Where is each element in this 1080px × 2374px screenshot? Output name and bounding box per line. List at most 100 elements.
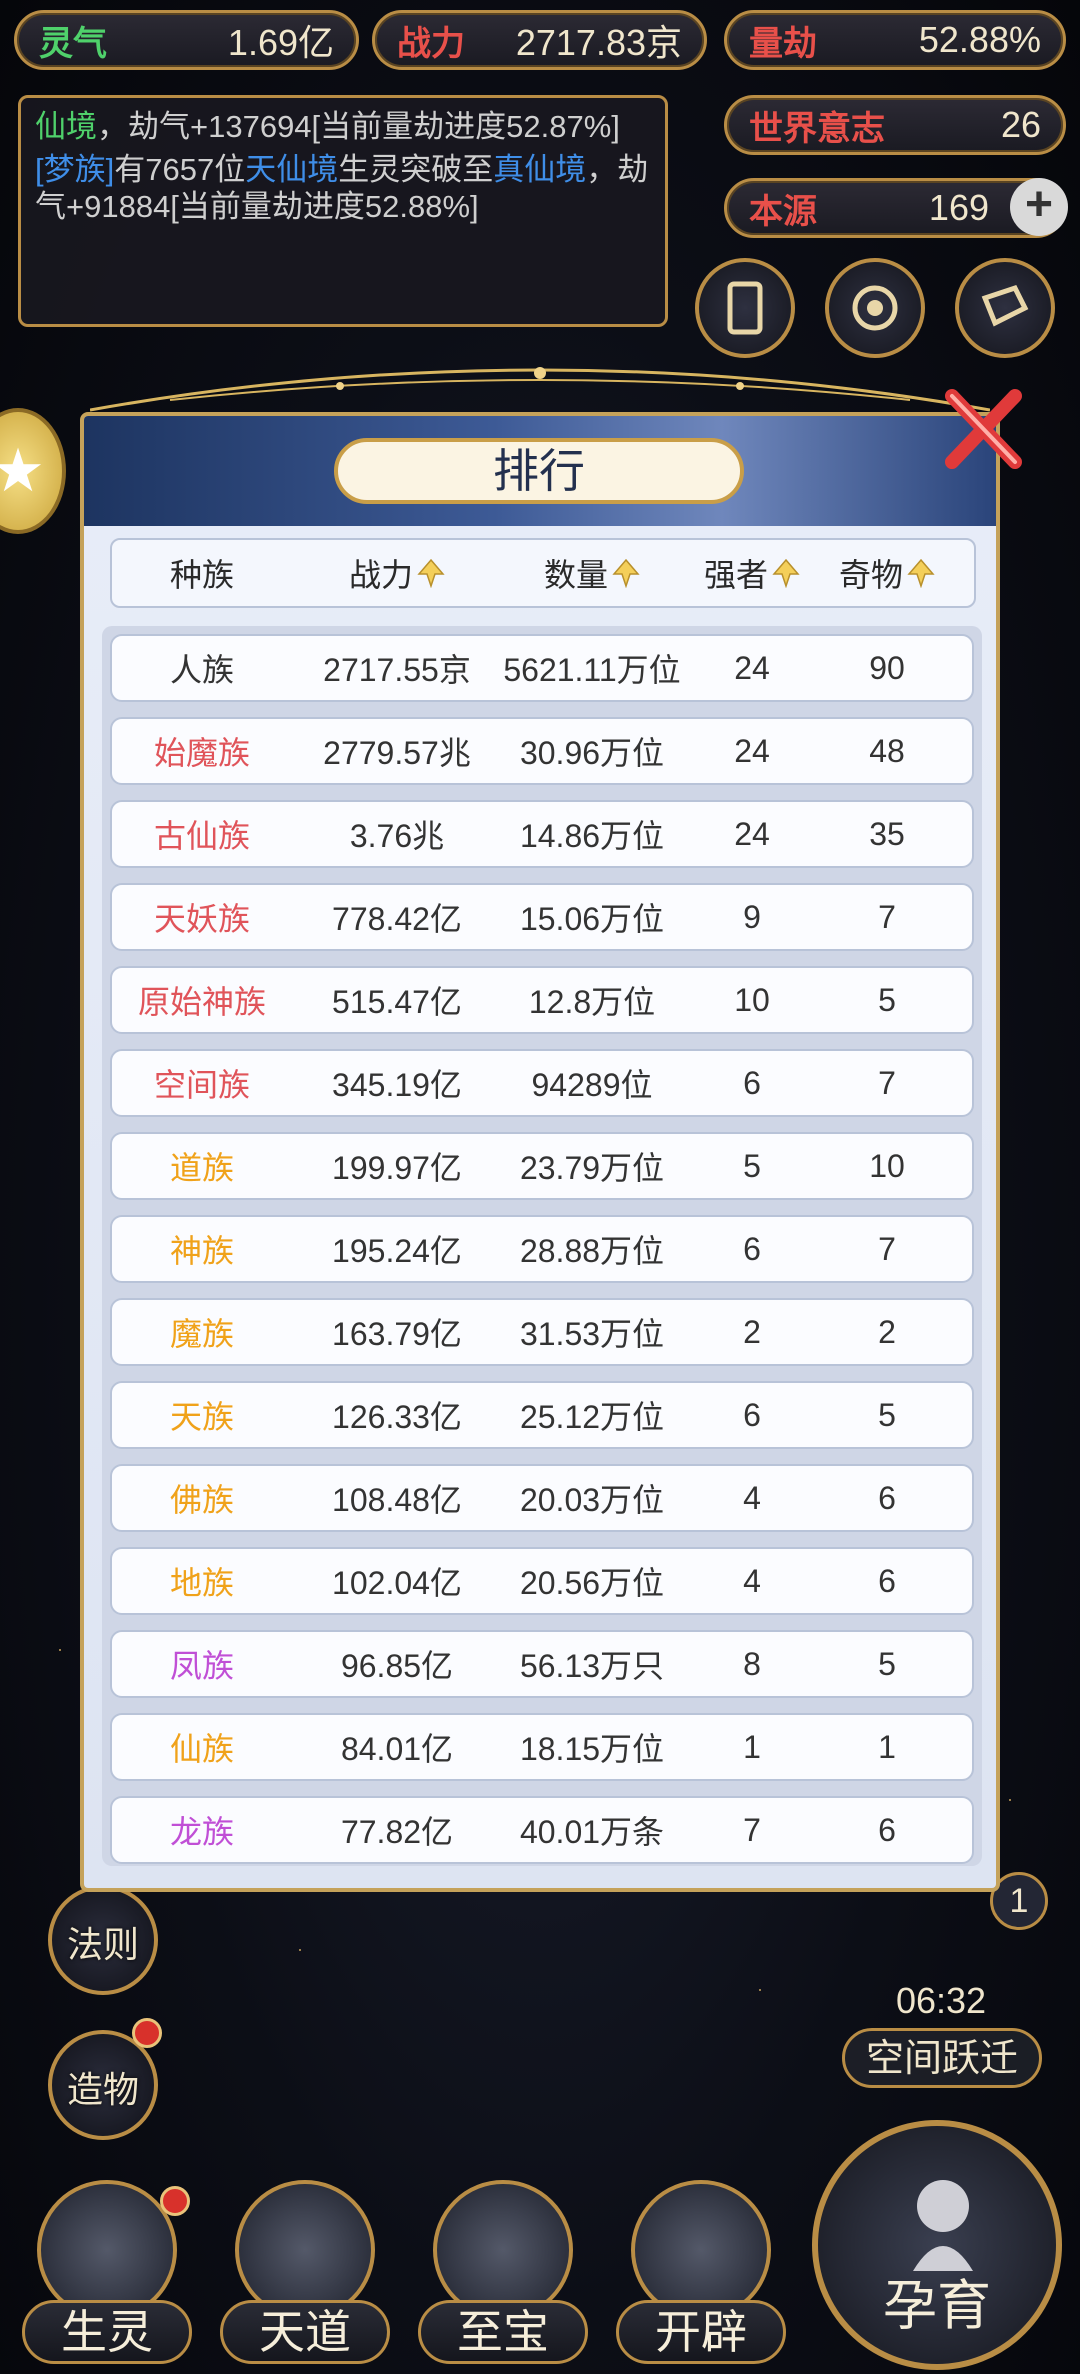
ranking-row[interactable]: 龙族 77.82亿 40.01万条 7 6 — [110, 1796, 974, 1864]
scroll-button[interactable] — [955, 258, 1055, 358]
row-count: 18.15万位 — [519, 1731, 665, 1767]
star-coin-icon[interactable]: ★ — [0, 408, 66, 534]
fa-ze-button[interactable]: 法则 — [48, 1885, 158, 1995]
space-jump-button[interactable]: 空间跃迁 — [842, 2028, 1042, 2088]
nav-tian-dao[interactable]: 天道 — [220, 2180, 390, 2374]
row-power: 2717.55京 — [323, 652, 471, 688]
row-tribe-name: 空间族 — [153, 1067, 250, 1103]
ranking-modal: 排行 种族 战力 数量 强者 奇物 人族 2717.55京 5621.11万位 24 9… — [80, 412, 1000, 1892]
col-header-treasure[interactable]: 奇物 — [822, 550, 952, 596]
row-strong: 4 — [743, 1479, 761, 1516]
row-strong: 7 — [743, 1811, 761, 1848]
portal-button[interactable] — [825, 258, 925, 358]
sort-treasure-icon — [907, 558, 935, 588]
col-header-count-label: 数量 — [543, 557, 608, 593]
row-treasure: 90 — [869, 649, 905, 686]
row-strong: 9 — [743, 898, 761, 935]
log-line-2: [梦族]有7657位天仙境生灵突破至真仙境，劫气+91884[当前量劫进度52.… — [35, 151, 651, 225]
row-strong: 1 — [743, 1728, 761, 1765]
row-count: 30.96万位 — [519, 735, 665, 771]
row-treasure: 6 — [878, 1811, 896, 1848]
ranking-list[interactable]: 人族 2717.55京 5621.11万位 24 90 始魔族 2779.57兆 30.96万… — [102, 626, 982, 1866]
log-line-2-mid: 有7657位 — [114, 152, 246, 187]
row-power: 77.82亿 — [340, 1814, 454, 1850]
col-header-count[interactable]: 数量 — [502, 550, 682, 596]
row-strong: 8 — [743, 1645, 761, 1682]
zhanli-value: 2717.83京 — [515, 22, 682, 63]
row-strong: 5 — [743, 1147, 761, 1184]
ranking-row[interactable]: 始魔族 2779.57兆 30.96万位 24 48 — [110, 717, 974, 785]
nav-zhi-bao[interactable]: 至宝 — [418, 2180, 588, 2374]
lingqi-value: 1.69亿 — [227, 22, 334, 63]
row-strong: 24 — [734, 732, 770, 769]
row-tribe-name: 道族 — [169, 1150, 234, 1186]
zao-wu-notification-dot — [132, 2018, 162, 2048]
row-treasure: 48 — [869, 732, 905, 769]
nav-sheng-ling-label: 生灵 — [22, 2300, 192, 2364]
row-power: 778.42亿 — [332, 901, 462, 937]
nav-kai-pi-label: 开辟 — [616, 2300, 786, 2364]
ranking-row[interactable]: 人族 2717.55京 5621.11万位 24 90 — [110, 634, 974, 702]
row-tribe-name: 佛族 — [169, 1482, 234, 1518]
row-treasure: 2 — [878, 1313, 896, 1350]
close-icon[interactable] — [937, 384, 1027, 474]
row-power: 195.24亿 — [332, 1233, 462, 1269]
zhanli-stat: 战力 2717.83京 — [372, 10, 707, 70]
card-button[interactable] — [695, 258, 795, 358]
log-from-realm: 天仙境 — [245, 152, 339, 187]
col-header-strong-label: 强者 — [703, 557, 768, 593]
zhanli-label: 战力 — [397, 23, 465, 64]
ranking-row[interactable]: 神族 195.24亿 28.88万位 6 7 — [110, 1215, 974, 1283]
ranking-row[interactable]: 道族 199.97亿 23.79万位 5 10 — [110, 1132, 974, 1200]
row-tribe-name: 仙族 — [169, 1731, 234, 1767]
ranking-row[interactable]: 凤族 96.85亿 56.13万只 8 5 — [110, 1630, 974, 1698]
tian-dao-emblem-icon — [235, 2180, 375, 2320]
world-will-label: 世界意志 — [749, 108, 885, 149]
row-count: 56.13万只 — [519, 1648, 665, 1684]
row-count: 31.53万位 — [519, 1316, 665, 1352]
row-strong: 4 — [743, 1562, 761, 1599]
nav-zhi-bao-label: 至宝 — [418, 2300, 588, 2364]
sheng-ling-emblem-icon — [37, 2180, 177, 2320]
lingqi-stat: 灵气 1.69亿 — [14, 10, 359, 70]
row-power: 84.01亿 — [340, 1731, 454, 1767]
row-count: 20.56万位 — [519, 1565, 665, 1601]
modal-arc-decoration — [90, 367, 990, 412]
row-tribe-name: 古仙族 — [153, 818, 250, 854]
liangjie-stat[interactable]: 量劫 52.88% — [724, 10, 1066, 70]
col-header-power[interactable]: 战力 — [292, 550, 502, 596]
world-will-stat[interactable]: 世界意志 26 — [724, 95, 1066, 155]
sort-power-icon — [417, 558, 445, 588]
col-header-tribe-label: 种族 — [169, 557, 234, 593]
row-count: 28.88万位 — [519, 1233, 665, 1269]
lingqi-label: 灵气 — [39, 23, 107, 64]
row-strong: 6 — [743, 1396, 761, 1433]
row-tribe-name: 天族 — [169, 1399, 234, 1435]
nav-kai-pi[interactable]: 开辟 — [616, 2180, 786, 2374]
row-tribe-name: 始魔族 — [153, 735, 250, 771]
row-tribe-name: 龙族 — [169, 1814, 234, 1850]
ranking-row[interactable]: 地族 102.04亿 20.56万位 4 6 — [110, 1547, 974, 1615]
row-treasure: 35 — [869, 815, 905, 852]
sort-strong-icon — [772, 558, 800, 588]
ranking-row[interactable]: 空间族 345.19亿 94289位 6 7 — [110, 1049, 974, 1117]
row-power: 2779.57兆 — [323, 735, 471, 771]
ranking-row[interactable]: 佛族 108.48亿 20.03万位 4 6 — [110, 1464, 974, 1532]
row-strong: 10 — [734, 981, 770, 1018]
row-power: 108.48亿 — [332, 1482, 462, 1518]
row-count: 5621.11万位 — [503, 652, 681, 688]
row-treasure: 5 — [878, 981, 896, 1018]
ranking-row[interactable]: 天妖族 778.42亿 15.06万位 9 7 — [110, 883, 974, 951]
ranking-row[interactable]: 原始神族 515.47亿 12.8万位 10 5 — [110, 966, 974, 1034]
col-header-strong[interactable]: 强者 — [682, 550, 822, 596]
add-source-button[interactable]: + — [1010, 178, 1068, 236]
yun-yu-button[interactable]: 孕育 — [812, 2120, 1062, 2370]
ranking-row[interactable]: 古仙族 3.76兆 14.86万位 24 35 — [110, 800, 974, 868]
ranking-row[interactable]: 魔族 163.79亿 31.53万位 2 2 — [110, 1298, 974, 1366]
zao-wu-label: 造物 — [66, 2070, 139, 2111]
ranking-row[interactable]: 天族 126.33亿 25.12万位 6 5 — [110, 1381, 974, 1449]
row-power: 3.76兆 — [349, 818, 445, 854]
col-header-tribe: 种族 — [112, 550, 292, 596]
ranking-row[interactable]: 仙族 84.01亿 18.15万位 1 1 — [110, 1713, 974, 1781]
log-tribe: [梦族] — [35, 152, 115, 187]
